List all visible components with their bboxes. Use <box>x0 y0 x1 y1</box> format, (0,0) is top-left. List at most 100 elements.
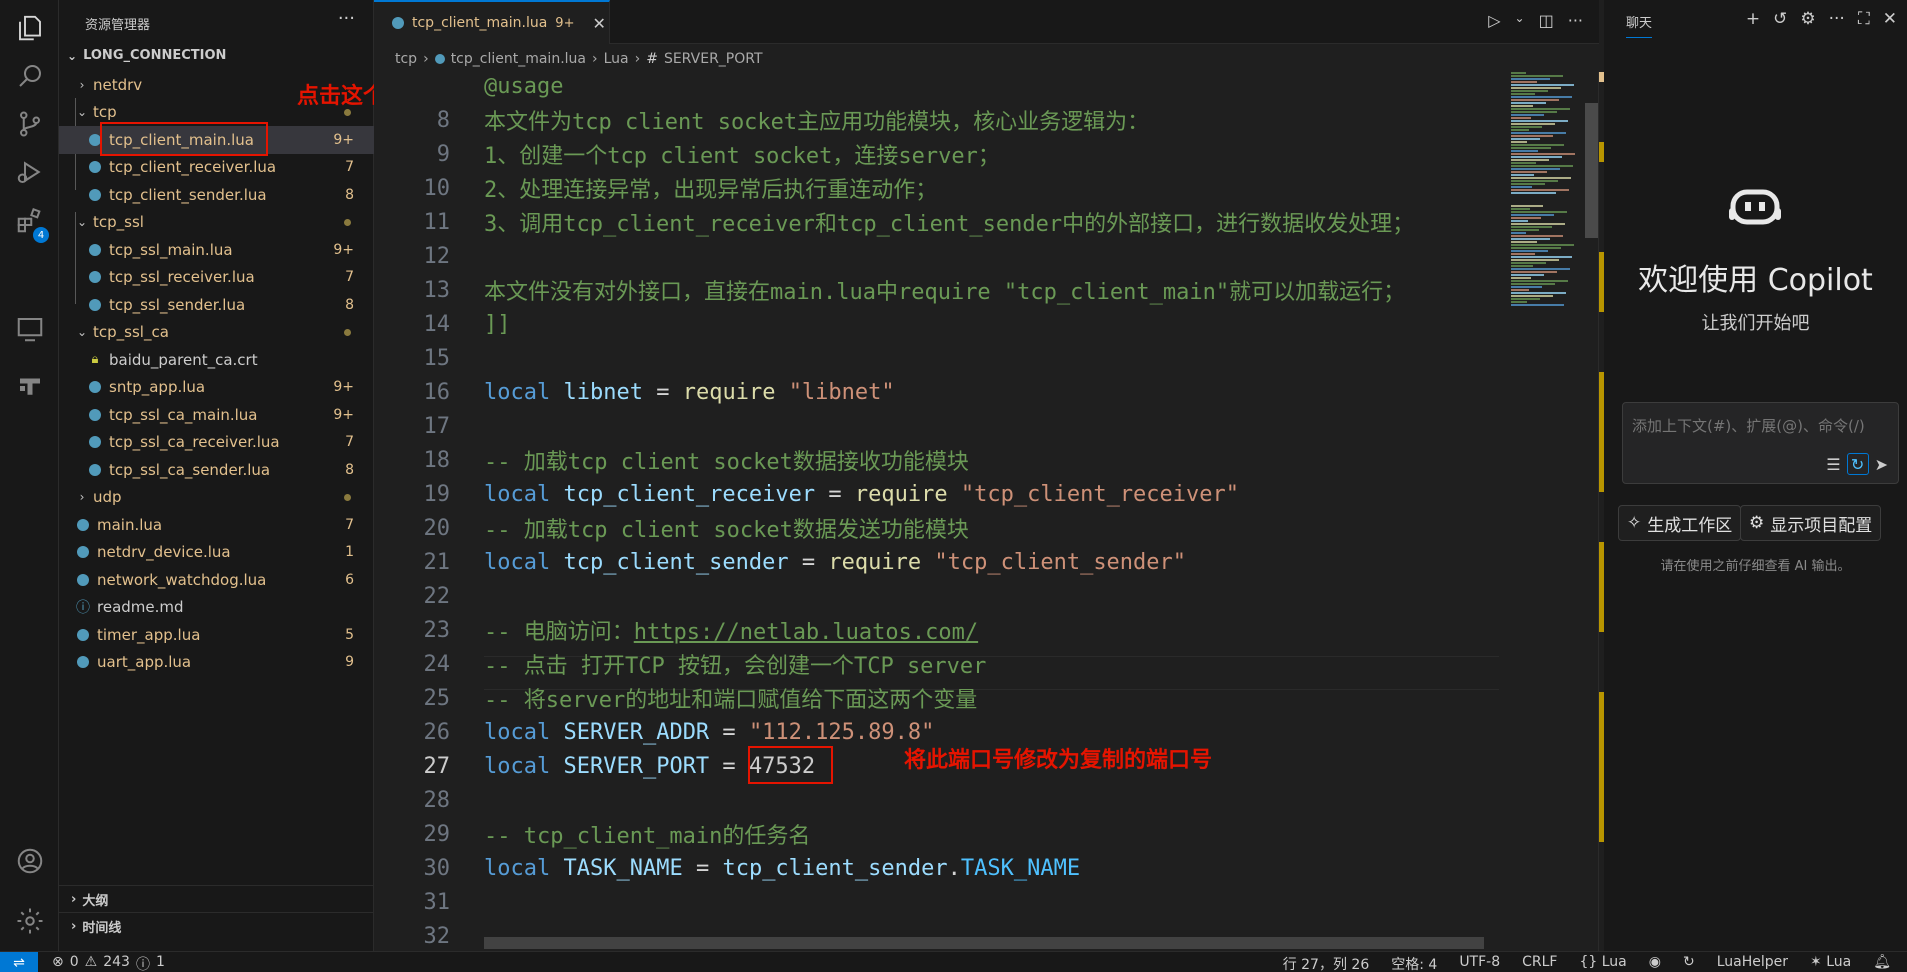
minimap-line <box>1511 123 1555 125</box>
minimap-line <box>1511 96 1572 98</box>
file-item[interactable]: netdrv_device.lua 1 <box>59 539 374 567</box>
encoding[interactable]: UTF-8 <box>1459 954 1500 972</box>
modified-dot-icon <box>344 218 351 226</box>
maximize-icon[interactable]: ⛶ <box>1858 9 1870 29</box>
code-editor[interactable]: @usage 8 本文件为tcp client socket主应用功能模块，核心业务… <box>374 72 1499 951</box>
settings-gear-icon[interactable] <box>0 897 59 945</box>
code-line: 18 -- 加载tcp client socket数据接收功能模块 <box>374 443 1499 477</box>
outline-section[interactable]: › 大纲 <box>59 885 374 912</box>
minimap-line <box>1511 298 1540 300</box>
account-icon[interactable] <box>0 837 59 885</box>
history-icon[interactable]: ↺ <box>1773 9 1787 29</box>
file-item[interactable]: tcp_ssl_receiver.lua 7 <box>59 264 374 292</box>
run-icon[interactable]: ▷ <box>1488 11 1500 30</box>
project-folder[interactable]: ⌄ LONG_CONNECTION <box>67 48 226 63</box>
file-item[interactable]: tcp_ssl_ca_main.lua 9+ <box>59 401 374 429</box>
line-number: 11 <box>423 209 451 235</box>
run-debug-icon[interactable] <box>0 148 59 196</box>
breadcrumb-item[interactable]: tcp <box>395 51 417 67</box>
folder-item[interactable]: ⌄ tcp_ssl <box>59 209 374 237</box>
breadcrumb-item[interactable]: Lua <box>604 51 629 67</box>
file-item[interactable]: ⓘ readme.md <box>59 594 374 622</box>
chat-tab[interactable]: 聊天 <box>1626 12 1653 38</box>
generate-workspace-button[interactable]: ✧ 生成工作区 <box>1618 505 1742 541</box>
file-item[interactable]: tcp_ssl_ca_receiver.lua 7 <box>59 429 374 457</box>
extensions-icon[interactable]: 4 <box>0 196 59 244</box>
tab-tcp-client-main[interactable]: tcp_client_main.lua 9+ ✕ <box>374 0 610 44</box>
search-icon[interactable] <box>0 52 59 100</box>
file-item[interactable]: tcp_client_receiver.lua 7 <box>59 154 374 182</box>
breadcrumb-item[interactable]: tcp_client_main.lua <box>451 51 586 67</box>
luatools-icon[interactable] <box>0 362 59 410</box>
new-chat-icon[interactable]: + <box>1746 9 1760 29</box>
line-ending[interactable]: CRLF <box>1522 954 1557 972</box>
file-item[interactable]: tcp_client_sender.lua 8 <box>59 181 374 209</box>
problem-count-badge: 8 <box>345 461 354 478</box>
chat-input[interactable] <box>1632 417 1882 435</box>
code-token: = <box>788 549 829 575</box>
close-icon[interactable]: ✕ <box>592 14 605 33</box>
close-icon[interactable]: ✕ <box>1883 9 1897 29</box>
timeline-section[interactable]: › 时间线 <box>59 912 374 939</box>
remote-indicator-icon[interactable]: ⇌ <box>0 952 38 972</box>
file-item[interactable]: tcp_ssl_main.lua 9+ <box>59 236 374 264</box>
split-editor-icon[interactable]: ◫ <box>1539 11 1554 30</box>
minimap-line <box>1511 132 1566 134</box>
problem-count-badge: 9+ <box>333 241 354 258</box>
luahelper-status[interactable]: LuaHelper <box>1717 954 1788 972</box>
error-count: 0 <box>69 954 79 970</box>
vertical-scrollbar[interactable] <box>1585 103 1599 238</box>
more-actions-icon[interactable]: ··· <box>1568 11 1583 30</box>
tree-item-label: tcp_ssl_ca_receiver.lua <box>109 433 280 452</box>
minimap-line <box>1511 241 1537 243</box>
code-line: 16 local libnet = require "libnet" <box>374 375 1499 409</box>
more-actions-icon[interactable]: ··· <box>1829 9 1845 29</box>
source-control-icon[interactable] <box>0 100 59 148</box>
remote-explorer-icon[interactable] <box>0 305 59 353</box>
file-item[interactable]: uart_app.lua 9 <box>59 649 374 677</box>
copilot-status-icon[interactable]: ◉ <box>1649 954 1661 972</box>
send-icon[interactable]: ➤ <box>1875 455 1888 474</box>
language-mode[interactable]: {} Lua <box>1579 954 1626 972</box>
show-project-config-button[interactable]: ⚙ 显示项目配置 <box>1740 505 1882 541</box>
file-item[interactable]: main.lua 7 <box>59 511 374 539</box>
lua-file-icon <box>87 434 103 450</box>
lua-file-icon <box>75 544 91 560</box>
minimap-line <box>1511 72 1526 74</box>
code-token: local <box>484 481 564 507</box>
chevron-right-icon: › <box>79 490 85 505</box>
folder-item[interactable]: › udp <box>59 484 374 512</box>
gear-icon[interactable]: ⚙ <box>1800 9 1815 29</box>
code-link[interactable]: https://netlab.luatos.com/ <box>634 620 978 645</box>
minimap-line <box>1511 189 1569 191</box>
file-item[interactable]: timer_app.lua 5 <box>59 621 374 649</box>
breadcrumb-item[interactable]: SERVER_PORT <box>664 51 763 67</box>
minimap-line <box>1511 192 1556 194</box>
file-item[interactable]: tcp_ssl_ca_sender.lua 8 <box>59 456 374 484</box>
chevron-down-icon[interactable]: ⌄ <box>1515 11 1525 30</box>
refresh-icon[interactable]: ↻ <box>1846 453 1869 475</box>
explorer-icon[interactable] <box>0 4 59 52</box>
problem-count-badge: 9 <box>345 654 354 671</box>
file-item[interactable]: network_watchdog.lua 6 <box>59 566 374 594</box>
tree-item-label: tcp_ssl_ca <box>93 323 169 342</box>
file-item[interactable]: tcp_ssl_sender.lua 8 <box>59 291 374 319</box>
folder-item[interactable]: ⌄ tcp_ssl_ca <box>59 319 374 347</box>
context-icon[interactable]: ☰ <box>1826 455 1840 474</box>
more-actions-icon[interactable]: ··· <box>338 8 355 29</box>
file-item[interactable]: 🔒︎ baidu_parent_ca.crt <box>59 346 374 374</box>
code-token: tcp_client_receiver <box>563 481 816 507</box>
notifications-icon[interactable]: 🔔︎ <box>1873 954 1891 972</box>
sync-icon[interactable]: ↻ <box>1683 954 1695 972</box>
code-text: @usage <box>484 74 563 99</box>
chevron-right-icon: › <box>591 50 598 67</box>
indentation[interactable]: 空格: 4 <box>1391 954 1437 972</box>
horizontal-scrollbar[interactable] <box>484 937 1484 949</box>
cursor-position[interactable]: 行 27，列 26 <box>1283 954 1370 972</box>
line-number: 22 <box>423 583 451 609</box>
problems-summary[interactable]: ⊗ 0 ⚠ 243 ⓘ 1 <box>52 954 165 972</box>
lua-status[interactable]: ✶ Lua <box>1810 954 1851 972</box>
file-item[interactable]: sntp_app.lua 9+ <box>59 374 374 402</box>
modified-dot-icon <box>344 493 351 501</box>
minimap[interactable] <box>1499 72 1599 951</box>
